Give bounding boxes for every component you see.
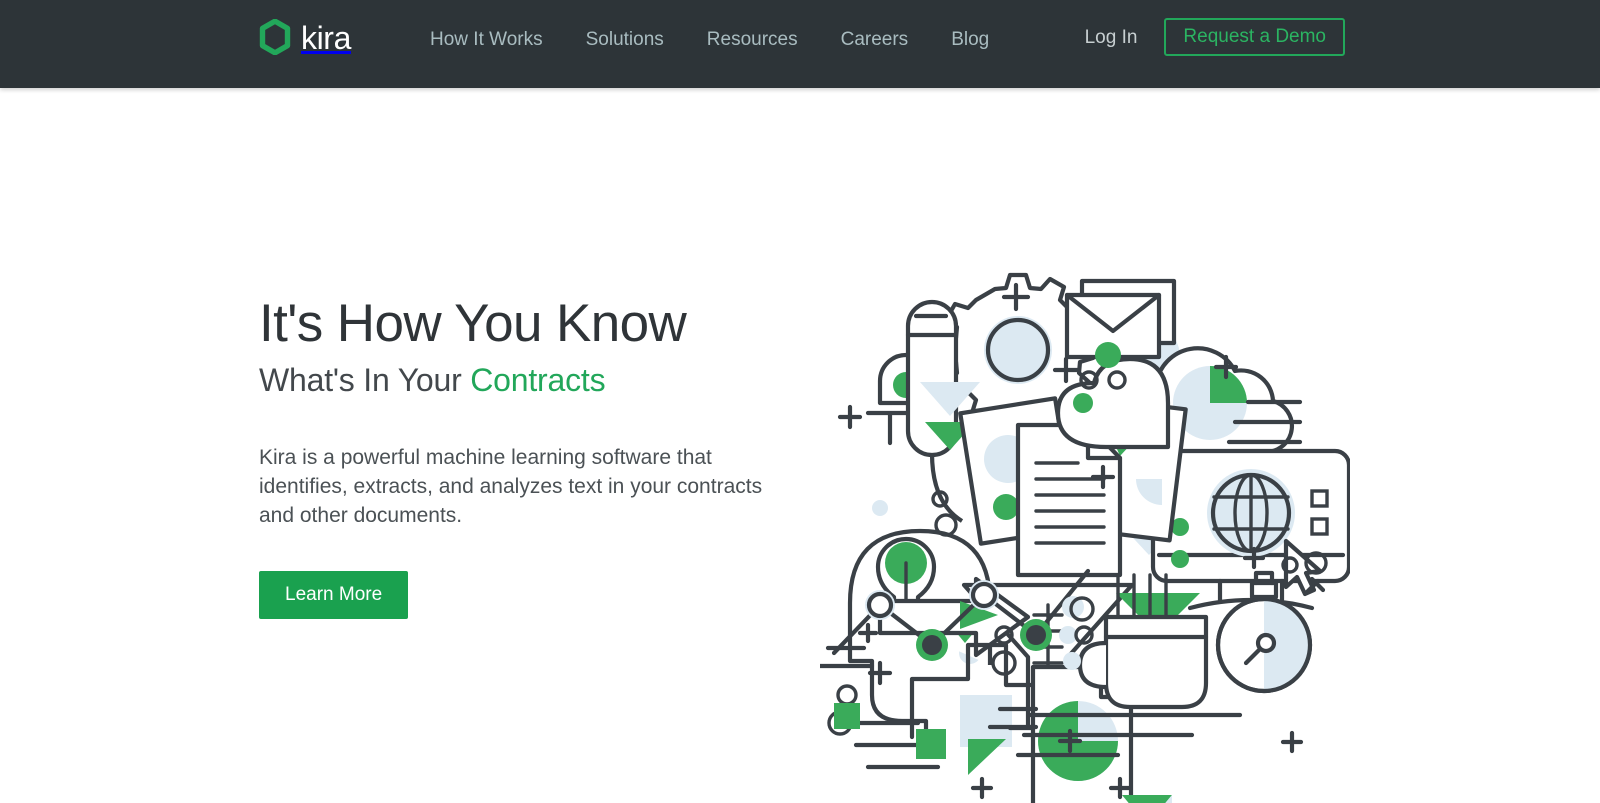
page-subtitle: What's In Your Contracts (259, 361, 799, 399)
header-inner: kira How It Works Solutions Resources Ca… (0, 0, 1600, 88)
log-in-link[interactable]: Log In (1085, 28, 1138, 47)
nav-item-resources[interactable]: Resources (707, 22, 798, 57)
hero-section: It's How You Know What's In Your Contrac… (0, 88, 1600, 803)
envelope-icon (1064, 278, 1177, 360)
site-header: kira How It Works Solutions Resources Ca… (0, 0, 1600, 88)
hexagon-ring-icon (259, 19, 291, 55)
learn-more-button[interactable]: Learn More (259, 570, 409, 619)
nav-item-careers[interactable]: Careers (841, 22, 909, 57)
nav-item-solutions[interactable]: Solutions (586, 22, 664, 57)
subtitle-accent: Contracts (470, 362, 606, 399)
illustration-svg: .ln{fill:none;stroke:#3a4046;stroke-widt… (820, 272, 1350, 803)
header-actions: Log In Request a Demo (1085, 18, 1345, 56)
nav-item-blog[interactable]: Blog (951, 22, 989, 57)
logo-wordmark: kira (301, 20, 351, 56)
hero-copy: It's How You Know What's In Your Contrac… (259, 294, 799, 619)
stopwatch-icon (1215, 570, 1326, 694)
logo-home-link[interactable]: kira (258, 14, 351, 60)
hero-description: Kira is a powerful machine learning soft… (259, 445, 763, 528)
request-demo-button[interactable]: Request a Demo (1164, 18, 1345, 56)
nav-item-how-it-works[interactable]: How It Works (430, 22, 543, 57)
subtitle-prefix: What's In Your (259, 362, 471, 399)
contract-analysis-illustration: .ln{fill:none;stroke:#3a4046;stroke-widt… (820, 263, 1350, 803)
page-title: It's How You Know (259, 294, 687, 353)
main-navigation: How It Works Solutions Resources Careers… (430, 22, 989, 57)
